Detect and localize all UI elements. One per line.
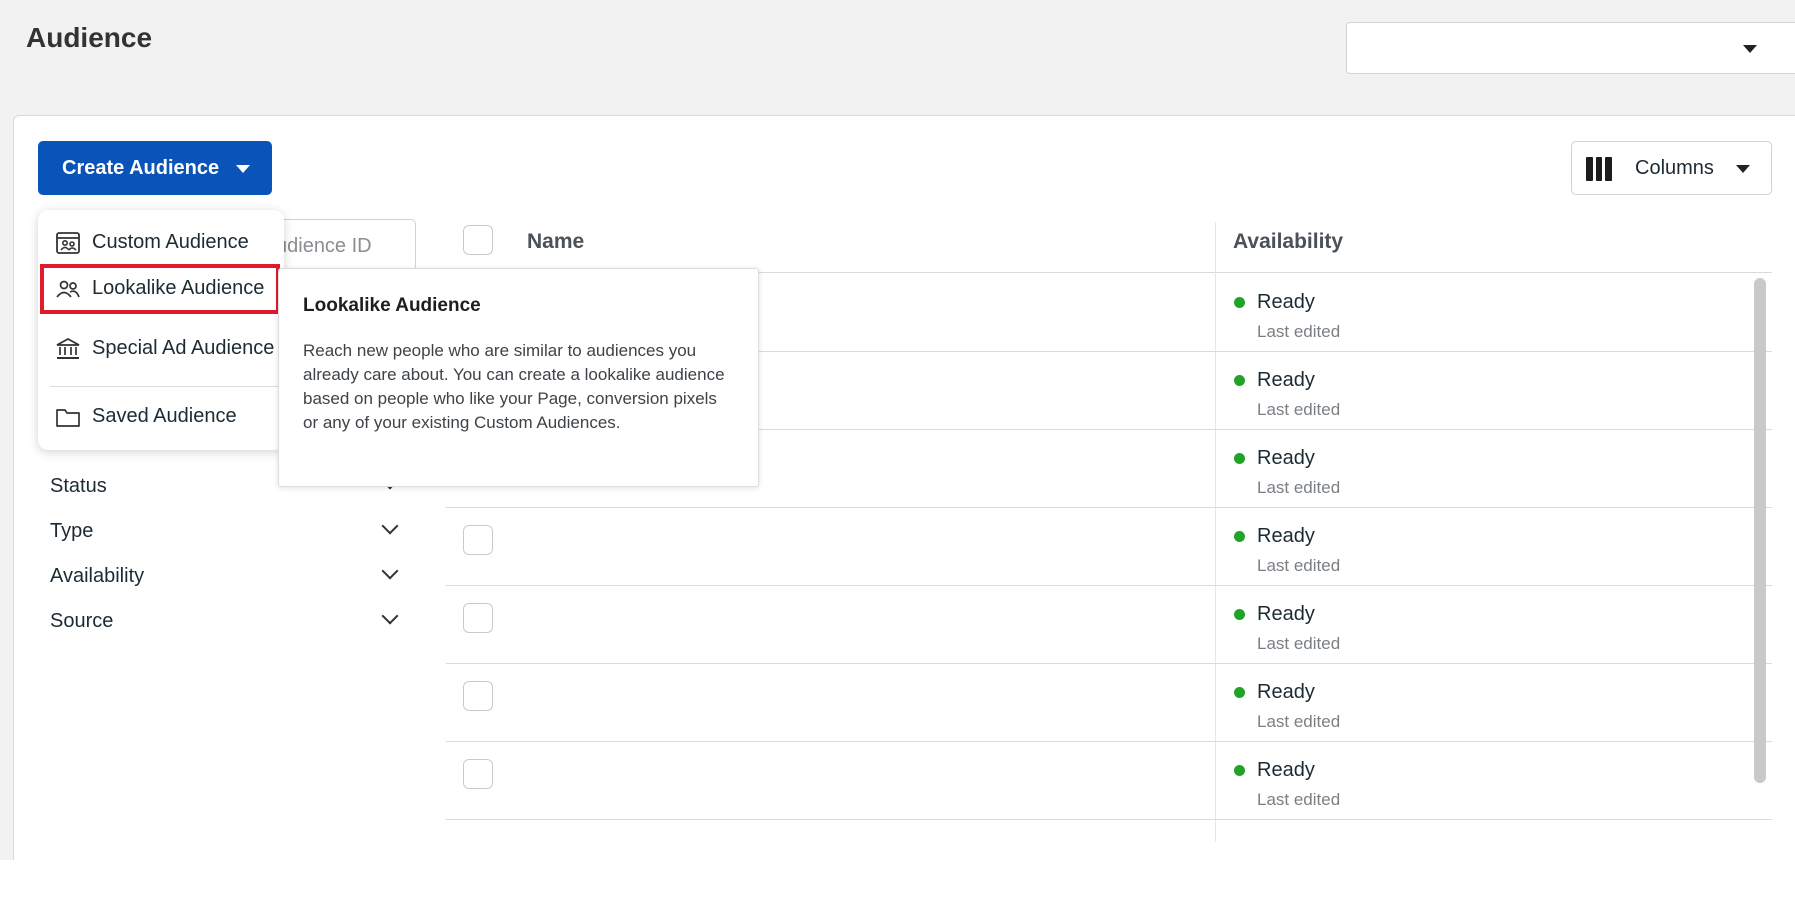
columns-icon [1586, 157, 1613, 181]
row-checkbox[interactable] [463, 759, 493, 789]
tooltip-body: Reach new people who are similar to audi… [303, 341, 725, 432]
custom-audience-icon [56, 232, 80, 254]
filter-status[interactable]: Status [50, 475, 107, 498]
availability-status: Ready [1257, 603, 1315, 625]
menu-item-lookalike-audience[interactable]: Lookalike Audience [40, 264, 280, 314]
filter-availability[interactable]: Availability [50, 565, 144, 588]
table-header [446, 222, 1772, 273]
status-dot-icon [1234, 609, 1245, 620]
filter-type[interactable]: Type [50, 520, 93, 543]
search-placeholder: udience ID [276, 235, 372, 257]
search-input[interactable]: udience ID [268, 219, 416, 271]
table-row[interactable]: Ready Last edited [446, 507, 1772, 586]
menu-item-label: Saved Audience [92, 405, 237, 427]
row-checkbox[interactable] [463, 681, 493, 711]
column-header-availability[interactable]: Availability [1233, 230, 1343, 254]
page-title: Audience [26, 22, 153, 53]
lookalike-tooltip: Lookalike Audience Reach new people who … [278, 268, 759, 487]
availability-status: Ready [1257, 291, 1315, 313]
row-checkbox[interactable] [463, 525, 493, 555]
availability-status: Ready [1257, 759, 1315, 781]
last-edited: Last edited [1257, 478, 1341, 497]
last-edited: Last edited [1257, 790, 1341, 809]
last-edited: Last edited [1257, 634, 1341, 653]
table-row[interactable]: Ready Last edited [446, 741, 1772, 820]
caret-down-icon [1743, 45, 1757, 53]
caret-down-icon [236, 165, 250, 173]
folder-icon [56, 409, 80, 427]
select-all-checkbox[interactable] [463, 225, 493, 255]
menu-item-special-ad-audience[interactable]: Special Ad Audience [38, 324, 284, 374]
last-edited: Last edited [1257, 400, 1341, 419]
table-row[interactable]: Ready Last edited [446, 585, 1772, 664]
account-select[interactable] [1346, 22, 1795, 74]
columns-button[interactable]: Columns [1571, 141, 1772, 195]
menu-item-saved-audience[interactable]: Saved Audience [38, 392, 284, 442]
table-scrollbar[interactable] [1754, 278, 1766, 783]
table-row[interactable]: Ready Last edited [446, 663, 1772, 742]
create-audience-menu: Custom Audience Lookalike Audience Speci… [38, 210, 284, 450]
menu-divider [50, 386, 284, 387]
row-checkbox[interactable] [463, 603, 493, 633]
availability-status: Ready [1257, 681, 1315, 703]
last-edited: Last edited [1257, 712, 1341, 731]
people-icon [56, 280, 80, 298]
tooltip-title: Lookalike Audience [303, 295, 481, 316]
availability-status: Ready [1257, 525, 1315, 547]
status-dot-icon [1234, 375, 1245, 386]
status-dot-icon [1234, 531, 1245, 542]
column-header-name[interactable]: Name [527, 230, 584, 254]
availability-status: Ready [1257, 369, 1315, 391]
menu-item-label: Custom Audience [92, 231, 249, 253]
create-audience-button[interactable]: Create Audience [38, 141, 272, 195]
status-dot-icon [1234, 765, 1245, 776]
menu-item-label: Lookalike Audience [92, 277, 265, 299]
filter-source[interactable]: Source [50, 610, 113, 633]
menu-item-custom-audience[interactable]: Custom Audience [38, 218, 284, 268]
availability-status: Ready [1257, 447, 1315, 469]
last-edited: Last edited [1257, 322, 1341, 341]
bank-building-icon [56, 338, 80, 359]
status-dot-icon [1234, 453, 1245, 464]
status-dot-icon [1234, 687, 1245, 698]
last-edited: Last edited [1257, 556, 1341, 575]
status-dot-icon [1234, 297, 1245, 308]
menu-item-label: Special Ad Audience [92, 337, 275, 359]
caret-down-icon [1736, 165, 1750, 173]
columns-label: Columns [1635, 157, 1714, 179]
create-audience-label: Create Audience [62, 156, 220, 179]
